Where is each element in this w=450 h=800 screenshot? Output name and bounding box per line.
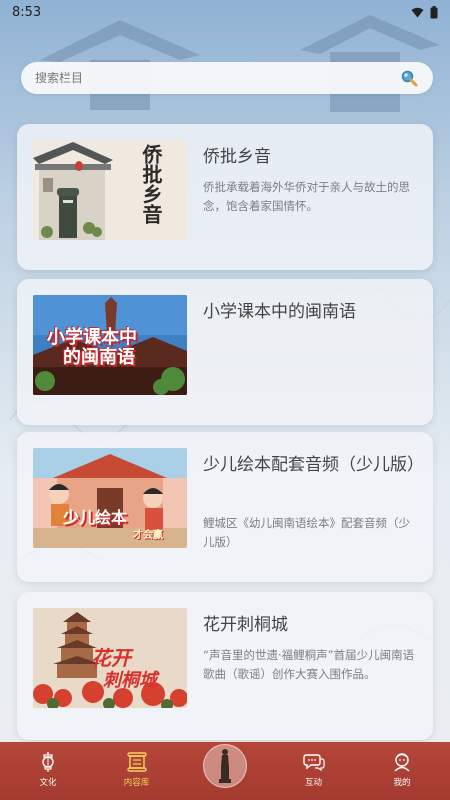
content-card-picture-book-audio[interactable]: 少儿绘本 才会赢 少儿绘本配套音频（少儿版） 鲤城区《幼儿闽南语绘本》配套音频（… xyxy=(17,432,433,582)
card-thumbnail: 侨批乡音 xyxy=(33,140,187,240)
thumbnail-title-line1: 少儿绘本 xyxy=(63,508,128,527)
nav-item-profile[interactable]: 我的 xyxy=(372,752,432,788)
nav-label-content-library: 内容库 xyxy=(123,778,150,788)
content-card-textbook-minnan[interactable]: 小学课本中 的闽南语 小学课本中的闽南语 xyxy=(17,279,433,425)
card-thumbnail: 少儿绘本 才会赢 xyxy=(33,448,187,548)
nav-item-culture[interactable]: 文化 xyxy=(18,752,78,788)
qiaopi-thumbnail-image xyxy=(33,140,187,240)
nav-item-interaction[interactable]: 互动 xyxy=(284,752,344,788)
search-bar[interactable] xyxy=(21,62,433,94)
picture-book-thumbnail-image xyxy=(33,448,187,548)
chat-icon xyxy=(302,754,325,772)
wifi-icon xyxy=(411,7,424,17)
status-time: 8:53 xyxy=(12,4,42,20)
nav-item-content-library[interactable]: 内容库 xyxy=(107,752,167,788)
card-title: 小学课本中的闽南语 xyxy=(203,302,356,322)
card-description: 侨批承载着海外华侨对于亲人与故土的思念，饱含着家国情怀。 xyxy=(203,180,410,213)
content-card-qiaopi[interactable]: 侨批乡音 侨批乡音 侨批承载着海外华侨对于亲人与故土的思念，饱含着家国情怀。 xyxy=(17,124,433,270)
nav-label-profile: 我的 xyxy=(393,778,411,788)
card-description: 鲤城区《幼儿闽南语绘本》配套音频（少儿版） xyxy=(203,516,410,549)
thumbnail-title-line2: 才会赢 xyxy=(133,530,163,541)
lantern-icon xyxy=(42,752,54,772)
nav-center-button[interactable] xyxy=(203,744,247,788)
thumbnail-title-line2: 的闽南语 xyxy=(63,347,135,368)
card-thumbnail: 花开 刺桐城 xyxy=(33,608,187,708)
profile-icon xyxy=(394,753,410,772)
search-input[interactable] xyxy=(35,71,399,85)
content-card-flowers-citong-city[interactable]: 花开 刺桐城 花开刺桐城 “声音里的世遗·福鲤桐声”首届少儿闽南语歌曲（歌谣）创… xyxy=(17,592,433,740)
status-bar: 8:53 xyxy=(0,0,450,24)
nav-label-culture: 文化 xyxy=(39,778,57,788)
scroll-icon xyxy=(126,752,147,772)
card-title: 花开刺桐城 xyxy=(203,615,288,635)
card-thumbnail: 小学课本中 的闽南语 xyxy=(33,295,187,395)
card-description: “声音里的世遗·福鲤桐声”首届少儿闽南语歌曲（歌谣）创作大赛入围作品。 xyxy=(203,648,415,681)
thumbnail-title-line2: 刺桐城 xyxy=(103,670,157,691)
nav-label-interaction: 互动 xyxy=(304,778,322,788)
battery-icon xyxy=(430,5,438,18)
statue-icon xyxy=(219,749,231,783)
card-title: 少儿绘本配套音频（少儿版） xyxy=(203,455,424,475)
thumbnail-title-text: 侨批乡音 xyxy=(139,144,163,224)
search-icon[interactable] xyxy=(399,68,419,88)
card-title: 侨批乡音 xyxy=(203,147,271,167)
